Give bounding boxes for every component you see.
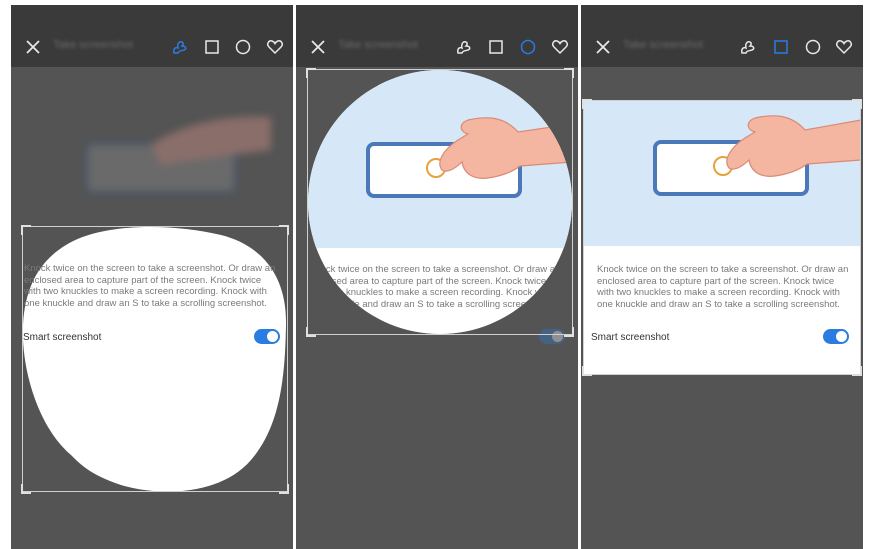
panel-freeform: Take screenshot Knock twice on the scree… — [11, 5, 293, 549]
toolbar-title: Take screenshot — [338, 39, 419, 51]
status-bar — [581, 5, 863, 27]
toolbar-title: Take screenshot — [623, 39, 704, 51]
corner-handle[interactable] — [306, 327, 316, 337]
corner-handle[interactable] — [564, 68, 574, 78]
corner-handle[interactable] — [279, 225, 289, 235]
panel-square: Take screenshot Knock twice on the scree… — [581, 5, 863, 549]
selection-frame — [583, 100, 861, 375]
corner-handle[interactable] — [852, 366, 862, 376]
corner-handle[interactable] — [21, 484, 31, 494]
corner-handle[interactable] — [21, 225, 31, 235]
panel-circle: Take screenshot Knock twice on the scree… — [296, 5, 578, 549]
corner-handle[interactable] — [582, 366, 592, 376]
square-icon[interactable] — [771, 37, 791, 57]
corner-handle[interactable] — [564, 327, 574, 337]
corner-handle[interactable] — [852, 99, 862, 109]
corner-handle[interactable] — [279, 484, 289, 494]
circle-icon[interactable] — [518, 37, 538, 57]
heart-icon[interactable] — [550, 37, 570, 57]
toolbar: Take screenshot — [581, 27, 863, 67]
freeform-icon[interactable] — [454, 37, 474, 57]
corner-handle[interactable] — [582, 99, 592, 109]
square-icon[interactable] — [486, 37, 506, 57]
circle-icon[interactable] — [803, 37, 823, 57]
close-icon[interactable] — [309, 38, 327, 56]
selection-frame — [307, 69, 573, 335]
freeform-icon[interactable] — [738, 37, 758, 57]
corner-handle[interactable] — [306, 68, 316, 78]
toolbar: Take screenshot — [296, 27, 578, 67]
status-bar — [296, 5, 578, 27]
heart-icon[interactable] — [834, 37, 854, 57]
selection-frame — [22, 226, 288, 492]
close-icon[interactable] — [594, 38, 612, 56]
